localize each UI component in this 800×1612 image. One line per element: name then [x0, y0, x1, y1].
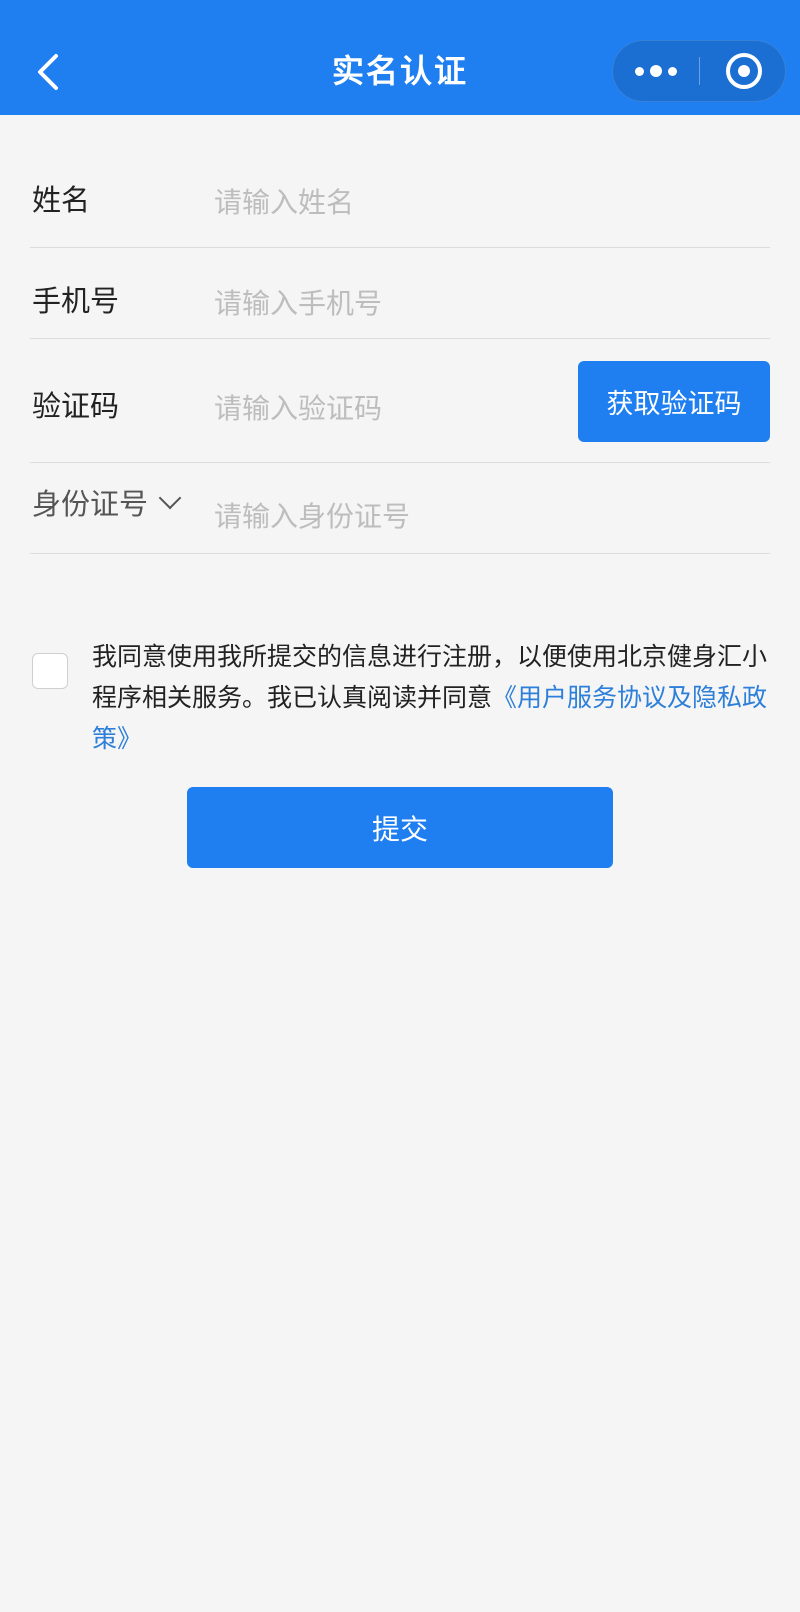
target-circle-icon: [726, 53, 762, 89]
more-dots-icon: [668, 66, 677, 76]
target-dot: [738, 65, 750, 77]
code-row: 验证码 获取验证码: [30, 339, 770, 463]
close-mini-program-button[interactable]: [701, 41, 787, 101]
name-label: 姓名: [32, 183, 91, 217]
more-dots-icon: [650, 65, 662, 77]
code-input[interactable]: [214, 383, 594, 433]
phone-row: 手机号: [30, 248, 770, 339]
more-button[interactable]: [613, 41, 699, 101]
id-input[interactable]: [214, 491, 594, 541]
verification-form: 姓名 手机号 验证码 获取验证码 身份证号: [30, 115, 770, 554]
name-input[interactable]: [214, 177, 594, 227]
get-code-button[interactable]: 获取验证码: [578, 361, 770, 442]
more-dots-icon: [635, 66, 644, 76]
phone-label: 手机号: [32, 284, 120, 318]
phone-input[interactable]: [214, 278, 594, 328]
id-type-selector[interactable]: 身份证号: [32, 481, 182, 523]
mini-program-capsule: [612, 40, 786, 102]
agree-checkbox[interactable]: [32, 653, 68, 689]
navigation-bar: 实名认证: [0, 0, 800, 115]
capsule-divider: [699, 57, 700, 85]
id-row: 身份证号: [30, 463, 770, 554]
id-type-label: 身份证号: [32, 487, 149, 521]
code-label: 验证码: [32, 389, 120, 423]
submit-button[interactable]: 提交: [187, 787, 613, 868]
chevron-down-icon: [158, 486, 182, 510]
agreement-text: 我同意使用我所提交的信息进行注册，以便使用北京健身汇小程序相关服务。我已认真阅读…: [92, 636, 772, 759]
name-row: 姓名: [30, 115, 770, 248]
